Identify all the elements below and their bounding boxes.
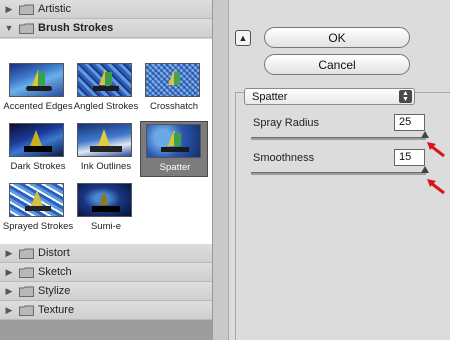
category-label: Texture xyxy=(38,304,75,316)
annotation-arrow-icon xyxy=(427,179,445,195)
select-arrows-icon: ▲ ▼ xyxy=(399,90,412,103)
expand-triangle-icon[interactable]: ▶ xyxy=(2,4,16,15)
category-texture[interactable]: ▶ Texture xyxy=(0,301,212,320)
spray-radius-slider-knob[interactable] xyxy=(421,131,429,138)
thumb-label: Sumi-e xyxy=(90,221,122,232)
thumb-ink-outlines[interactable]: Ink Outlines xyxy=(72,121,140,177)
smoothness-slider[interactable] xyxy=(251,166,429,175)
thumbnail-image xyxy=(146,124,201,158)
thumbnail-grid: Accented Edges Angled Strokes Crosshatch xyxy=(0,58,212,244)
category-label: Sketch xyxy=(38,266,72,278)
folder-icon xyxy=(19,305,34,316)
thumbnail-image xyxy=(9,183,64,217)
thumb-label: Ink Outlines xyxy=(80,161,132,172)
category-brush-strokes[interactable]: ▼ Brush Strokes xyxy=(0,19,212,38)
folder-icon xyxy=(19,248,34,259)
category-stylize[interactable]: ▶ Stylize xyxy=(0,282,212,301)
thumbnail-image xyxy=(9,63,64,97)
thumb-label: Angled Strokes xyxy=(73,101,139,112)
annotation-arrow-icon xyxy=(427,142,445,158)
smoothness-slider-knob[interactable] xyxy=(421,166,429,173)
smoothness-input[interactable]: 15 xyxy=(394,149,425,166)
collapse-triangle-icon[interactable]: ▼ xyxy=(2,23,16,33)
spray-radius-slider[interactable] xyxy=(251,131,429,140)
thumb-label: Accented Edges xyxy=(3,101,73,112)
filter-gallery-panel: ▶ Artistic ▼ Brush Strokes Accented Edge… xyxy=(0,0,213,340)
spray-radius-label: Spray Radius xyxy=(253,117,320,129)
folder-icon xyxy=(19,4,34,15)
category-label: Distort xyxy=(38,247,70,259)
cancel-label: Cancel xyxy=(318,57,356,72)
thumbs-spacer xyxy=(0,39,212,58)
expand-triangle-icon[interactable]: ▶ xyxy=(2,286,16,297)
thumb-dark-strokes[interactable]: Dark Strokes xyxy=(4,121,72,177)
thumb-angled-strokes[interactable]: Angled Strokes xyxy=(72,61,140,117)
filter-settings-panel: ▲ OK Cancel Spatter ▲ ▼ Spray Radius 25 S… xyxy=(229,0,450,340)
panel-divider xyxy=(213,0,229,340)
category-distort[interactable]: ▶ Distort xyxy=(0,244,212,263)
category-label: Artistic xyxy=(38,3,71,15)
folder-open-icon xyxy=(19,23,34,34)
folder-icon xyxy=(19,286,34,297)
thumb-sumi-e[interactable]: Sumi-e xyxy=(72,181,140,237)
category-sketch[interactable]: ▶ Sketch xyxy=(0,263,212,282)
ok-label: OK xyxy=(328,30,346,45)
thumbnail-image xyxy=(77,63,132,97)
collapse-gallery-button[interactable]: ▲ xyxy=(235,30,251,46)
thumb-label: Sprayed Strokes xyxy=(2,221,74,232)
thumb-label: Spatter xyxy=(159,162,191,173)
filter-select-value: Spatter xyxy=(252,90,288,103)
smoothness-label: Smoothness xyxy=(253,152,315,164)
thumb-label: Dark Strokes xyxy=(10,161,66,172)
expand-triangle-icon[interactable]: ▶ xyxy=(2,267,16,278)
folder-icon xyxy=(19,267,34,278)
thumbnail-image xyxy=(77,183,132,217)
filter-select[interactable]: Spatter ▲ ▼ xyxy=(244,88,415,105)
category-label: Brush Strokes xyxy=(38,22,114,34)
expand-triangle-icon[interactable]: ▶ xyxy=(2,305,16,316)
category-artistic[interactable]: ▶ Artistic xyxy=(0,0,212,19)
triangle-up-icon: ▲ xyxy=(238,33,248,43)
thumb-spatter[interactable]: Spatter xyxy=(140,121,208,177)
thumb-accented-edges[interactable]: Accented Edges xyxy=(3,61,73,117)
thumb-sprayed-strokes[interactable]: Sprayed Strokes xyxy=(3,181,73,237)
spray-radius-input[interactable]: 25 xyxy=(394,114,425,131)
thumb-crosshatch[interactable]: Crosshatch xyxy=(140,61,208,117)
thumbnail-image xyxy=(9,123,64,157)
ok-button[interactable]: OK xyxy=(264,27,410,48)
cancel-button[interactable]: Cancel xyxy=(264,54,410,75)
category-label: Stylize xyxy=(38,285,71,297)
thumbnail-image xyxy=(77,123,132,157)
panel-empty-area xyxy=(0,320,212,340)
expand-triangle-icon[interactable]: ▶ xyxy=(2,248,16,259)
thumb-label: Crosshatch xyxy=(149,101,199,112)
thumbnail-image xyxy=(145,63,200,97)
